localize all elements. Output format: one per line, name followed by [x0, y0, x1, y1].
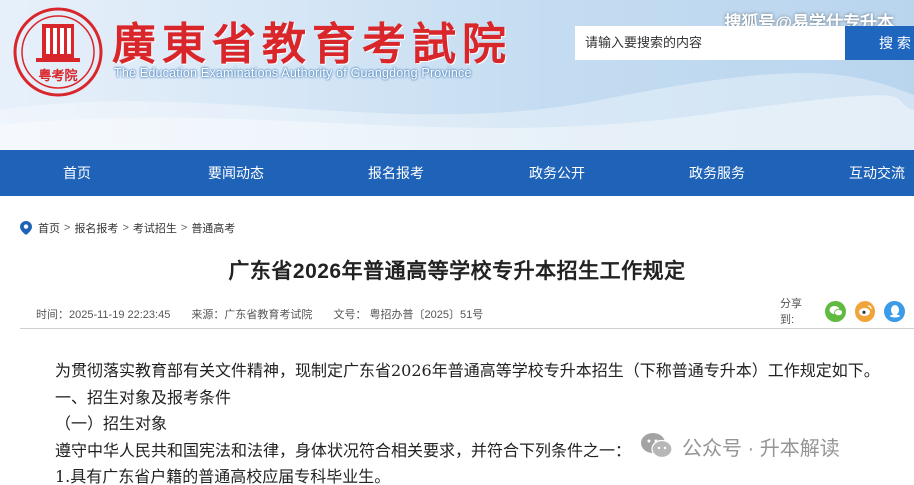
nav-item-public-affairs[interactable]: 政务公开: [502, 150, 612, 196]
wechat-watermark-icon: [641, 433, 673, 459]
site-subtitle: The Education Examinations Authority of …: [114, 66, 472, 80]
nav-item-home[interactable]: 首页: [22, 150, 132, 196]
article-body: 为贯彻落实教育部有关文件精神，现制定广东省2026年普通高等学校专升本招生（下称…: [55, 358, 914, 485]
paragraph-condition-1: 1.具有广东省户籍的普通高校应届专科毕业生。: [55, 467, 391, 485]
qq-icon[interactable]: [884, 300, 905, 322]
logo-text: 粤考院: [38, 68, 77, 84]
search-input[interactable]: 请输入要搜索的内容: [575, 26, 845, 60]
breadcrumb-separator: >: [64, 222, 71, 234]
search-button[interactable]: 搜 索: [845, 26, 914, 60]
breadcrumb-home[interactable]: 首页: [38, 220, 60, 236]
publish-time: 时间：2025-11-19 22:23:45: [36, 309, 171, 321]
main-nav: 首页 要闻动态 报名报考 政务公开 政务服务 互动交流: [0, 150, 914, 196]
breadcrumb-separator: >: [122, 222, 129, 234]
share-bar: 分享到:: [780, 298, 914, 326]
wechat-icon[interactable]: [825, 300, 846, 322]
article-title: 广东省2026年普通高等学校专升本招生工作规定: [228, 260, 686, 283]
breadcrumb-gaokao[interactable]: 普通高考: [191, 220, 235, 236]
section-heading: 一、招生对象及报考条件: [55, 387, 232, 407]
breadcrumb-exam-admission[interactable]: 考试招生: [133, 220, 177, 236]
nav-item-news[interactable]: 要闻动态: [181, 150, 291, 196]
paragraph-intro: 为贯彻落实教育部有关文件精神，现制定广东省2026年普通高等学校专升本招生（下称…: [55, 361, 880, 380]
site-logo-icon[interactable]: 粤考院: [12, 6, 104, 98]
share-label: 分享到:: [780, 298, 802, 326]
site-title[interactable]: 廣東省教育考試院: [112, 8, 512, 70]
wechat-watermark-text: 公众号 · 升本解读: [682, 437, 840, 460]
wechat-watermark: 公众号 · 升本解读: [640, 431, 840, 461]
nav-item-interaction[interactable]: 互动交流: [822, 150, 914, 196]
meta-divider: [20, 328, 914, 329]
article-meta: 时间：2025-11-19 22:23:45 来源：广东省教育考试院 文号： 粤…: [36, 306, 501, 322]
breadcrumb-separator: >: [180, 222, 188, 234]
weibo-icon[interactable]: [854, 300, 876, 322]
site-header: 粤考院 廣東省教育考試院 The Education Examinations …: [0, 0, 914, 150]
nav-item-registration[interactable]: 报名报考: [341, 150, 451, 196]
breadcrumb: 首页 > 报名报考 > 考试招生 > 普通高考: [20, 220, 235, 236]
breadcrumb-registration[interactable]: 报名报考: [74, 220, 118, 236]
document-number: 文号： 粤招办普〔2025〕51号: [333, 309, 484, 321]
nav-item-services[interactable]: 政务服务: [662, 150, 772, 196]
article-source: 来源：广东省教育考试院: [191, 309, 313, 321]
location-pin-icon: [20, 221, 32, 235]
